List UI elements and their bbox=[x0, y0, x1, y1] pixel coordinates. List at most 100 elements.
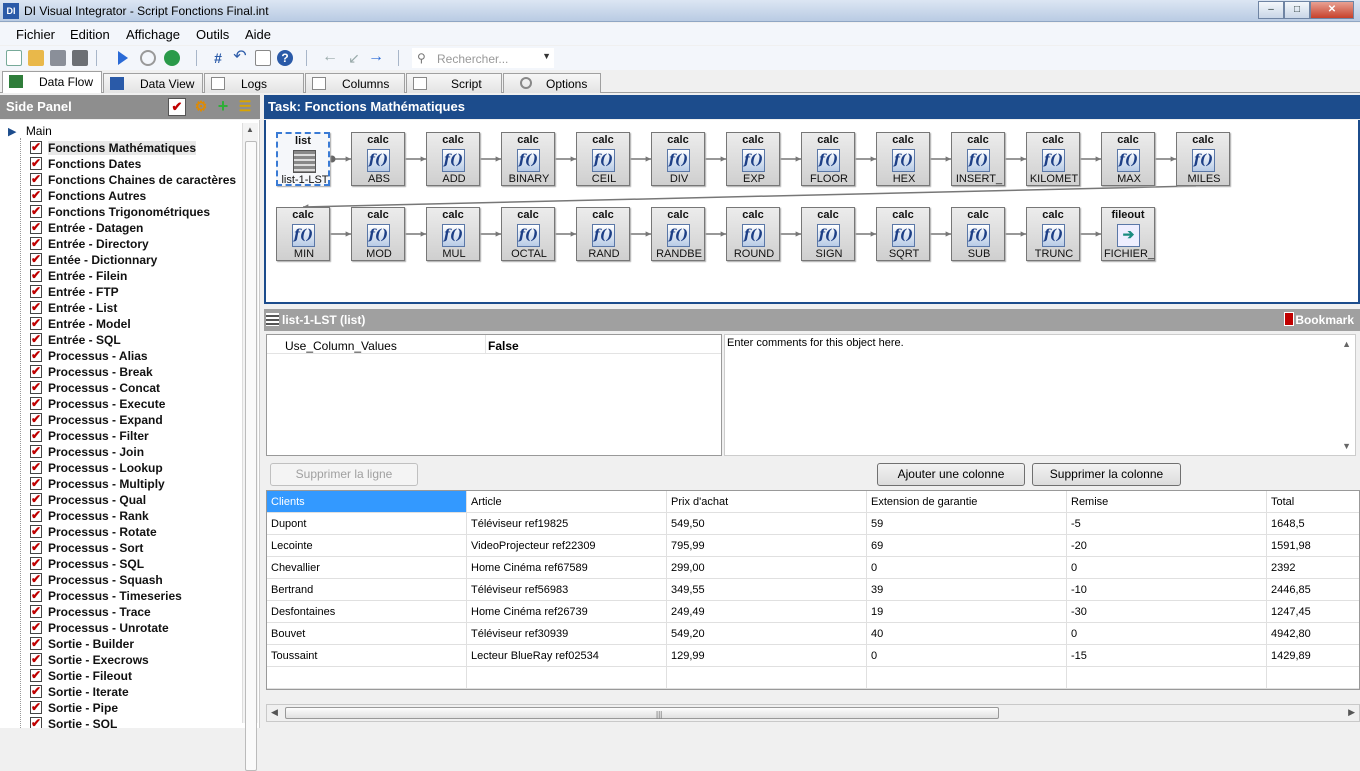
table-cell[interactable]: Toussaint bbox=[267, 645, 467, 667]
table-cell[interactable]: 1429,89 bbox=[1267, 645, 1359, 667]
delete-row-button[interactable]: Supprimer la ligne bbox=[270, 463, 418, 486]
help-icon[interactable]: ? bbox=[277, 50, 293, 66]
flow-node[interactable]: calc f() OCTAL bbox=[501, 207, 555, 261]
table-cell[interactable]: 249,49 bbox=[667, 601, 867, 623]
table-cell[interactable]: -15 bbox=[1067, 645, 1267, 667]
property-value[interactable]: False bbox=[488, 339, 519, 353]
new-icon[interactable] bbox=[6, 50, 22, 66]
table-cell[interactable] bbox=[467, 667, 667, 689]
flow-node[interactable]: fileout ➔ FICHIER_ bbox=[1101, 207, 1155, 261]
table-cell[interactable]: 2392 bbox=[1267, 557, 1359, 579]
table-cell[interactable]: 795,99 bbox=[667, 535, 867, 557]
table-cell[interactable] bbox=[267, 667, 467, 689]
scroll-up-icon[interactable]: ▲ bbox=[246, 125, 254, 134]
table-cell[interactable]: 40 bbox=[867, 623, 1067, 645]
table-cell[interactable]: Bouvet bbox=[267, 623, 467, 645]
table-cell[interactable] bbox=[1267, 667, 1359, 689]
table-cell[interactable]: Chevallier bbox=[267, 557, 467, 579]
table-cell[interactable]: Desfontaines bbox=[267, 601, 467, 623]
add-column-button[interactable]: Ajouter une colonne bbox=[877, 463, 1025, 486]
flow-node[interactable]: calc f() BINARY bbox=[501, 132, 555, 186]
refresh-icon[interactable] bbox=[140, 50, 156, 66]
tab-columns[interactable]: Columns bbox=[305, 73, 405, 93]
table-row[interactable]: Bouvet Téléviseur ref30939 549,20 40 0 4942,8… bbox=[267, 623, 1359, 645]
table-row[interactable]: Dupont Téléviseur ref19825 549,50 59 -5 1648,… bbox=[267, 513, 1359, 535]
undo-icon[interactable]: ↶ bbox=[232, 49, 248, 66]
flow-node[interactable]: calc f() MILES bbox=[1176, 132, 1230, 186]
bookmark-button[interactable]: Bookmark bbox=[1295, 313, 1354, 327]
go-icon[interactable] bbox=[164, 50, 180, 66]
table-cell[interactable]: 1591,98 bbox=[1267, 535, 1359, 557]
maximize-button[interactable]: □ bbox=[1284, 1, 1310, 19]
check-icon[interactable]: ✔ bbox=[30, 605, 42, 618]
flow-node[interactable]: calc f() EXP bbox=[726, 132, 780, 186]
table-cell[interactable]: 1247,45 bbox=[1267, 601, 1359, 623]
check-icon[interactable]: ✔ bbox=[30, 525, 42, 538]
flow-node[interactable]: list list-1-LST bbox=[276, 132, 330, 186]
check-icon[interactable]: ✔ bbox=[30, 589, 42, 602]
check-icon[interactable]: ✔ bbox=[30, 685, 42, 698]
check-icon[interactable]: ✔ bbox=[30, 397, 42, 410]
check-icon[interactable]: ✔ bbox=[30, 189, 42, 202]
check-icon[interactable]: ✔ bbox=[30, 269, 42, 282]
open-folder-icon[interactable] bbox=[28, 50, 44, 66]
check-icon[interactable]: ✔ bbox=[30, 285, 42, 298]
flow-node[interactable]: calc f() ADD bbox=[426, 132, 480, 186]
table-cell[interactable]: VideoProjecteur ref22309 bbox=[467, 535, 667, 557]
grid-icon[interactable]: # bbox=[210, 50, 226, 66]
table-cell[interactable]: Téléviseur ref56983 bbox=[467, 579, 667, 601]
table-cell[interactable]: 549,50 bbox=[667, 513, 867, 535]
table-cell[interactable]: -5 bbox=[1067, 513, 1267, 535]
forward-arrow-icon[interactable]: → bbox=[368, 49, 384, 66]
table-row[interactable]: Lecointe VideoProjecteur ref22309 795,99 69… bbox=[267, 535, 1359, 557]
print-icon[interactable] bbox=[72, 50, 88, 66]
minimize-button[interactable]: – bbox=[1258, 1, 1284, 19]
check-icon[interactable]: ✔ bbox=[30, 509, 42, 522]
run-icon[interactable] bbox=[118, 51, 128, 65]
flow-node[interactable]: calc f() DIV bbox=[651, 132, 705, 186]
table-cell[interactable]: -20 bbox=[1067, 535, 1267, 557]
save-icon[interactable] bbox=[50, 50, 66, 66]
check-icon[interactable]: ✔ bbox=[30, 541, 42, 554]
table-cell[interactable]: 129,99 bbox=[667, 645, 867, 667]
table-cell[interactable]: Home Cinéma ref26739 bbox=[467, 601, 667, 623]
table-cell[interactable]: 299,00 bbox=[667, 557, 867, 579]
side-panel-scrollbar[interactable]: ▲ bbox=[242, 123, 258, 771]
table-cell[interactable]: Home Cinéma ref67589 bbox=[467, 557, 667, 579]
menu-affichage[interactable]: Affichage bbox=[126, 27, 180, 42]
table-cell[interactable] bbox=[867, 667, 1067, 689]
close-button[interactable]: ✕ bbox=[1310, 1, 1354, 19]
tree-root-main[interactable]: ▶ Main bbox=[8, 124, 52, 138]
scroll-left-icon[interactable]: ◀ bbox=[271, 707, 278, 718]
check-icon[interactable]: ✔ bbox=[30, 701, 42, 714]
table-cell[interactable] bbox=[667, 667, 867, 689]
scroll-thumb[interactable]: ||| bbox=[285, 707, 999, 719]
data-flow-canvas[interactable]: list list-1-LST calc f() ABS calc f() ADD calc f(… bbox=[264, 120, 1360, 304]
flow-node[interactable]: calc f() MUL bbox=[426, 207, 480, 261]
flow-node[interactable]: calc f() MAX bbox=[1101, 132, 1155, 186]
new-row[interactable] bbox=[267, 667, 1359, 689]
tab-data-view[interactable]: Data View bbox=[103, 73, 203, 93]
chevron-down-icon[interactable]: ▼ bbox=[542, 51, 551, 61]
check-icon[interactable]: ✔ bbox=[30, 573, 42, 586]
table-cell[interactable]: 39 bbox=[867, 579, 1067, 601]
flow-node[interactable]: calc f() ROUND bbox=[726, 207, 780, 261]
delete-column-button[interactable]: Supprimer la colonne bbox=[1032, 463, 1181, 486]
check-icon[interactable]: ✔ bbox=[30, 349, 42, 362]
comments-box[interactable]: Enter comments for this object here. ▲ ▼ bbox=[724, 334, 1356, 456]
flow-node[interactable]: calc f() RANDBE bbox=[651, 207, 705, 261]
flow-node[interactable]: calc f() SIGN bbox=[801, 207, 855, 261]
flow-node[interactable]: calc f() SUB bbox=[951, 207, 1005, 261]
check-icon[interactable]: ✔ bbox=[30, 173, 42, 186]
menu-edition[interactable]: Edition bbox=[70, 27, 110, 42]
check-icon[interactable]: ✔ bbox=[30, 221, 42, 234]
flow-node[interactable]: calc f() CEIL bbox=[576, 132, 630, 186]
check-icon[interactable]: ✔ bbox=[30, 413, 42, 426]
check-icon[interactable]: ✔ bbox=[30, 717, 42, 728]
check-icon[interactable]: ✔ bbox=[30, 157, 42, 170]
column-header[interactable]: Article bbox=[467, 491, 667, 513]
menu-fichier[interactable]: Fichier bbox=[16, 27, 55, 42]
comments-text[interactable]: Enter comments for this object here. bbox=[727, 337, 904, 349]
table-cell[interactable]: 19 bbox=[867, 601, 1067, 623]
scroll-up-icon[interactable]: ▲ bbox=[1342, 339, 1351, 349]
